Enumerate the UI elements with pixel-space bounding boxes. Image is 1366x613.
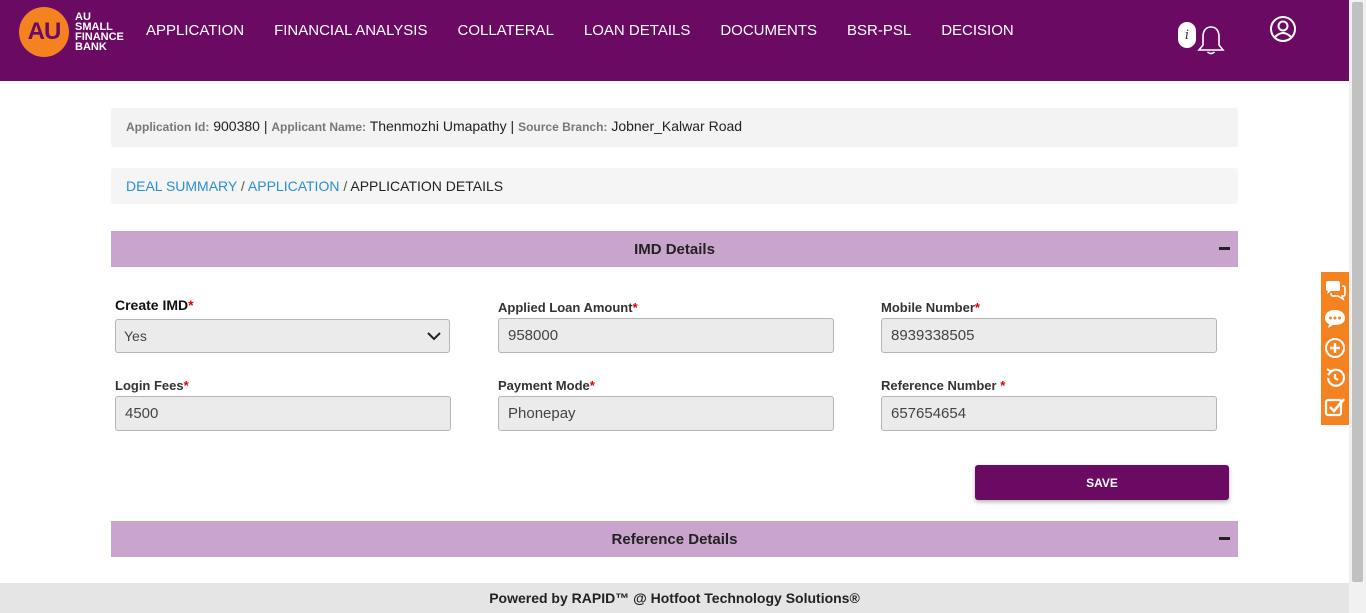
required-mark: * (183, 378, 189, 393)
breadcrumb-application[interactable]: APPLICATION (248, 178, 340, 194)
create-imd-label-text: Create IMD (115, 297, 189, 313)
required-mark: * (1000, 378, 1006, 393)
checklist-icon[interactable] (1323, 395, 1347, 419)
applied-loan-amount-input[interactable] (498, 318, 834, 353)
nav-documents[interactable]: DOCUMENTS (720, 22, 817, 39)
reference-details-header[interactable]: Reference Details (111, 521, 1238, 557)
info-icon[interactable]: i (1178, 22, 1196, 48)
collapse-icon[interactable] (1219, 537, 1230, 540)
nav-application[interactable]: APPLICATION (146, 22, 244, 39)
logo-text: AU SMALL FINANCE BANK (75, 12, 124, 53)
reference-number-input[interactable] (881, 396, 1217, 431)
source-branch: Jobner_Kalwar Road (611, 118, 743, 134)
application-id-label: Application Id: (126, 120, 210, 134)
comment-icon[interactable] (1323, 307, 1347, 331)
collapse-icon[interactable] (1219, 247, 1230, 250)
login-fees-label-text: Login Fees (115, 378, 184, 393)
required-mark: * (632, 300, 638, 315)
payment-mode-label: Payment Mode* (498, 378, 595, 393)
payment-mode-label-text: Payment Mode (498, 378, 590, 393)
nav-collateral[interactable]: COLLATERAL (457, 22, 553, 39)
separator: | (263, 118, 268, 134)
breadcrumb: DEAL SUMMARY / APPLICATION / APPLICATION… (111, 168, 1238, 204)
main-nav: APPLICATION FINANCIAL ANALYSIS COLLATERA… (146, 22, 1044, 39)
applicant-name: Thenmozhi Umapathy (369, 118, 507, 134)
imd-details-title: IMD Details (634, 240, 715, 258)
bell-icon[interactable] (1196, 24, 1226, 56)
history-icon[interactable] (1323, 366, 1347, 390)
breadcrumb-separator: / (240, 178, 245, 194)
nav-decision[interactable]: DECISION (941, 22, 1014, 39)
mobile-number-label-text: Mobile Number (881, 300, 975, 315)
nav-bsr-psl[interactable]: BSR-PSL (847, 22, 911, 39)
logo-line: BANK (75, 41, 107, 53)
logo-mark: AU (19, 7, 69, 57)
required-mark: * (974, 300, 980, 315)
applicant-name-label: Applicant Name: (271, 120, 367, 134)
page-scrollbar[interactable] (1349, 0, 1366, 613)
source-branch-label: Source Branch: (518, 120, 608, 134)
top-navbar: AU AU SMALL FINANCE BANK APPLICATION FIN… (0, 0, 1349, 81)
breadcrumb-deal-summary[interactable]: DEAL SUMMARY (126, 178, 237, 194)
au-bank-logo[interactable]: AU AU SMALL FINANCE BANK (19, 7, 124, 57)
reference-number-label-text: Reference Number (881, 378, 1001, 393)
create-imd-select[interactable]: Yes (115, 319, 450, 353)
nav-financial-analysis[interactable]: FINANCIAL ANALYSIS (274, 22, 427, 39)
login-fees-input[interactable] (115, 396, 451, 431)
side-toolbar (1321, 272, 1349, 425)
payment-mode-input[interactable] (498, 396, 834, 431)
applied-loan-amount-label-text: Applied Loan Amount (498, 300, 633, 315)
separator: | (510, 118, 515, 134)
chevron-down-icon (427, 331, 441, 340)
breadcrumb-separator: / (343, 178, 348, 194)
user-icon[interactable] (1269, 15, 1297, 43)
required-mark: * (188, 297, 194, 313)
mobile-number-label: Mobile Number* (881, 300, 980, 315)
footer-text: Powered by RAPID™ @ Hotfoot Technology S… (489, 590, 860, 606)
applied-loan-amount-label: Applied Loan Amount* (498, 300, 638, 315)
imd-details-header[interactable]: IMD Details (111, 231, 1238, 267)
footer: Powered by RAPID™ @ Hotfoot Technology S… (0, 583, 1349, 613)
login-fees-label: Login Fees* (115, 378, 189, 393)
scrollbar-thumb[interactable] (1352, 2, 1363, 582)
reference-number-label: Reference Number * (881, 378, 1005, 393)
nav-loan-details[interactable]: LOAN DETAILS (584, 22, 690, 39)
application-id: 900380 (213, 118, 260, 134)
mobile-number-input[interactable] (881, 318, 1217, 353)
chat-icon[interactable] (1323, 278, 1347, 302)
breadcrumb-current: APPLICATION DETAILS (350, 178, 504, 194)
required-mark: * (589, 378, 595, 393)
create-imd-value: Yes (124, 328, 147, 344)
application-info-bar: Application Id: 900380 | Applicant Name:… (111, 108, 1238, 147)
save-button[interactable]: SAVE (975, 465, 1229, 500)
create-imd-label: Create IMD* (115, 297, 194, 313)
add-icon[interactable] (1323, 336, 1347, 360)
reference-details-title: Reference Details (611, 530, 738, 548)
